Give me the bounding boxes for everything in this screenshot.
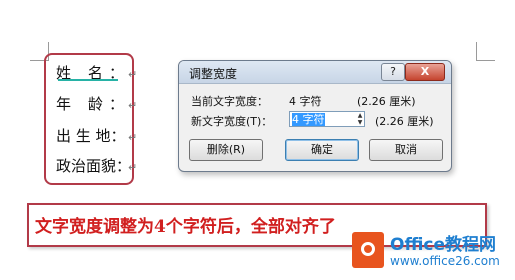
current-width-cm: (2.26 厘米) — [357, 95, 416, 108]
office-logo-icon — [352, 232, 384, 268]
close-button[interactable]: X — [405, 63, 445, 81]
adjust-width-dialog: 调整宽度 ? X 当前文字宽度： 4 字符 (2.26 厘米) 新文字宽度(T)… — [178, 60, 452, 172]
cancel-button[interactable]: 取消 — [369, 139, 443, 161]
spin-up-icon[interactable]: ▲ — [355, 112, 365, 119]
new-width-input[interactable]: 4 字符 — [289, 111, 365, 127]
paragraph-mark: ↵ — [128, 131, 138, 144]
page-margin-mark-right — [476, 42, 495, 61]
paragraph-mark: ↵ — [128, 161, 138, 174]
new-width-label: 新文字宽度(T)： — [191, 115, 273, 128]
doc-line-text: 年 龄： — [56, 95, 124, 113]
paragraph-mark: ↵ — [128, 68, 138, 81]
dialog-titlebar[interactable]: 调整宽度 ? X — [179, 61, 451, 84]
logo-url: www.office26.com — [390, 254, 500, 268]
width-spinner[interactable]: ▲ ▼ — [355, 112, 365, 126]
current-width-chars: 4 字符 — [289, 95, 322, 108]
doc-line-text: 政治面貌： — [56, 157, 132, 175]
paragraph-mark: ↵ — [128, 99, 138, 112]
new-width-value: 4 字符 — [292, 113, 325, 126]
doc-line-birthplace: 出 生 地： ↵ — [56, 125, 137, 147]
spin-down-icon[interactable]: ▼ — [355, 119, 365, 126]
current-width-label: 当前文字宽度： — [191, 95, 268, 108]
logo-name: Office教程网 — [390, 235, 497, 255]
site-logo: Office教程网 www.office26.com — [352, 228, 512, 276]
dialog-title: 调整宽度 — [189, 67, 238, 81]
doc-line-political-status: 政治面貌：↵ — [56, 155, 137, 177]
help-button[interactable]: ? — [381, 63, 405, 81]
new-width-cm: (2.26 厘米) — [375, 115, 434, 128]
caption-text: 文字宽度调整为4个字符后，全部对齐了 — [35, 217, 336, 237]
doc-line-text: 出 生 地： — [56, 127, 126, 145]
selection-underline — [58, 79, 118, 81]
doc-line-age: 年 龄： ↵ — [56, 93, 137, 115]
delete-button[interactable]: 删除(R) — [189, 139, 263, 161]
ok-button[interactable]: 确定 — [285, 139, 359, 161]
